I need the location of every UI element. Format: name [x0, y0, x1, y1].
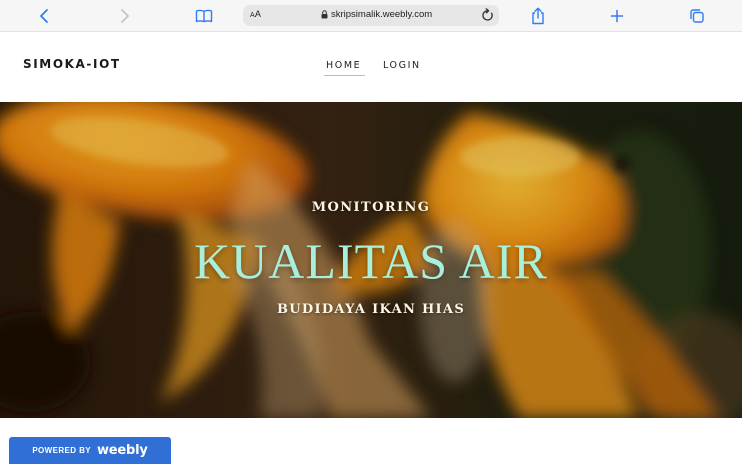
site-logo[interactable]: SIMOKA-IOT: [23, 57, 121, 71]
back-button[interactable]: [33, 4, 57, 28]
share-icon: [532, 7, 544, 25]
forward-button[interactable]: [112, 4, 136, 28]
address-bar[interactable]: AA skripsimalik.weebly.com: [243, 5, 499, 26]
share-button[interactable]: [526, 4, 550, 28]
tabs-overview-button[interactable]: [685, 4, 709, 28]
hero-subtitle: BUDIDAYA IKAN HIAS: [276, 302, 466, 317]
tabs-icon: [690, 9, 704, 23]
nav-home[interactable]: HOME: [323, 60, 366, 76]
hero-title: KUALITAS AIR: [194, 233, 548, 289]
chevron-right-icon: [121, 9, 129, 23]
plus-icon: [610, 9, 624, 23]
hero-kicker: MONITORING: [311, 200, 431, 215]
weebly-logo: weebly: [96, 443, 148, 458]
reload-button[interactable]: [481, 8, 494, 27]
bookmarks-button[interactable]: [192, 4, 216, 28]
powered-by-weebly-badge[interactable]: POWERED BY weebly: [9, 437, 171, 464]
reload-icon: [482, 8, 493, 21]
nav-login[interactable]: LOGIN: [383, 60, 421, 71]
browser-toolbar: AA skripsimalik.weebly.com: [0, 0, 742, 32]
site-header: SIMOKA-IOT HOME LOGIN: [0, 32, 742, 102]
url-text: skripsimalik.weebly.com: [331, 9, 433, 20]
powered-by-label: POWERED BY: [32, 446, 91, 455]
book-icon: [195, 9, 213, 23]
text-size-button[interactable]: AA: [250, 9, 261, 19]
hero-banner: MONITORING KUALITAS AIR BUDIDAYA IKAN HI…: [0, 102, 742, 418]
chevron-left-icon: [40, 9, 48, 23]
new-tab-button[interactable]: [605, 4, 629, 28]
lock-icon: [321, 10, 328, 19]
